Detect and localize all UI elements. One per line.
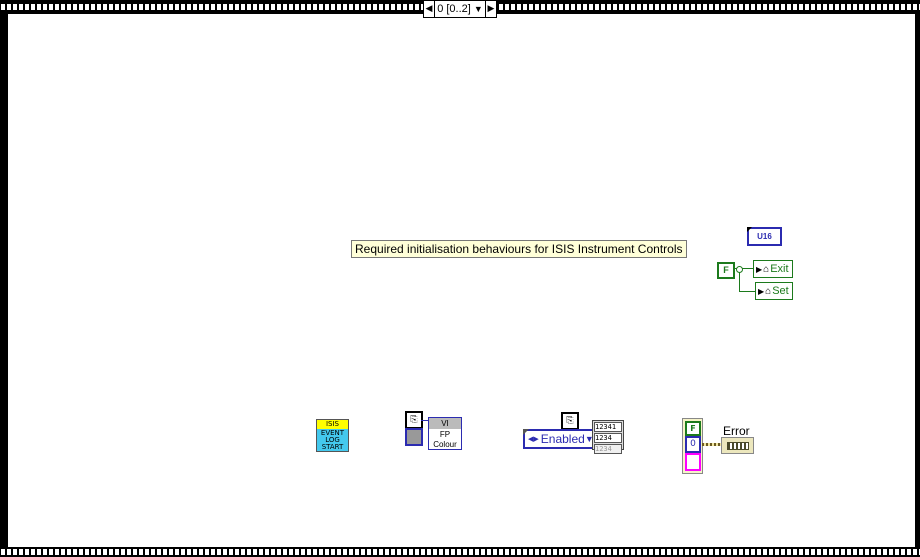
- left-triangle-icon[interactable]: ◀: [424, 4, 434, 14]
- isis-event-log-start-vi[interactable]: ISIS EVENT LOG START: [316, 419, 349, 452]
- house-icon: ⌂: [765, 285, 772, 297]
- arrow-icon: ▶: [758, 286, 765, 296]
- case-structure-body[interactable]: [8, 14, 915, 547]
- property-node-exit[interactable]: ▶ ⌂ Exit: [753, 260, 793, 278]
- frame-right-border: [915, 0, 920, 557]
- cluster-string-element: [685, 453, 701, 471]
- arrow-icon: ▶: [756, 264, 763, 274]
- isis-vi-title: ISIS: [317, 420, 348, 429]
- enum-value: Enabled: [540, 432, 585, 446]
- array-element: 12341: [594, 422, 622, 432]
- error-cluster-constant[interactable]: F 0: [682, 418, 703, 474]
- fp-colour-vi-line: FP: [439, 430, 451, 439]
- property-set-label: Set: [772, 285, 789, 297]
- cluster-wire: [702, 443, 721, 446]
- right-triangle-icon[interactable]: ▶: [486, 4, 496, 14]
- fp-colour-vi[interactable]: VI FP Colour: [428, 417, 462, 450]
- wire-junction: [736, 266, 743, 273]
- cluster-num-element: 0: [685, 436, 701, 453]
- fp-colour-vi-line: Colour: [433, 440, 457, 449]
- error-indicator[interactable]: [721, 437, 754, 454]
- isis-vi-body: EVENT LOG START: [317, 429, 348, 451]
- reference-terminal[interactable]: [405, 428, 423, 446]
- array-element: 1234: [594, 433, 622, 443]
- frame-left-border: [0, 0, 8, 557]
- fp-colour-vi-header: VI: [429, 418, 461, 429]
- case-selector[interactable]: ◀ 0 [0..2] ▼ ▶: [423, 0, 497, 18]
- array-element: 1234: [594, 444, 622, 454]
- frame-bottom-border: [0, 547, 920, 557]
- array-indicator[interactable]: 12341 1234 1234: [592, 420, 624, 454]
- left-right-arrows-icon: ◀▶: [528, 436, 539, 443]
- house-icon: ⌂: [763, 263, 770, 275]
- case-selector-label: 0 [0..2]: [437, 3, 471, 15]
- isis-vi-line: START: [321, 443, 344, 451]
- case-selector-value[interactable]: 0 [0..2] ▼: [434, 1, 486, 17]
- false-constant[interactable]: F: [717, 262, 735, 279]
- free-label-comment[interactable]: Required initialisation behaviours for I…: [351, 240, 687, 258]
- error-label: Error: [723, 424, 750, 438]
- cluster-bool-element: F: [685, 421, 701, 436]
- property-node-set[interactable]: ▶ ⌂ Set: [755, 282, 793, 300]
- control-reference-icon[interactable]: ⎘: [561, 412, 579, 430]
- property-exit-label: Exit: [770, 263, 789, 275]
- u16-constant[interactable]: U16: [747, 227, 782, 246]
- enabled-enum-constant[interactable]: ◀▶ Enabled ▼: [523, 429, 595, 449]
- down-triangle-icon: ▼: [473, 4, 483, 14]
- bool-wire-branch-h: [739, 291, 755, 292]
